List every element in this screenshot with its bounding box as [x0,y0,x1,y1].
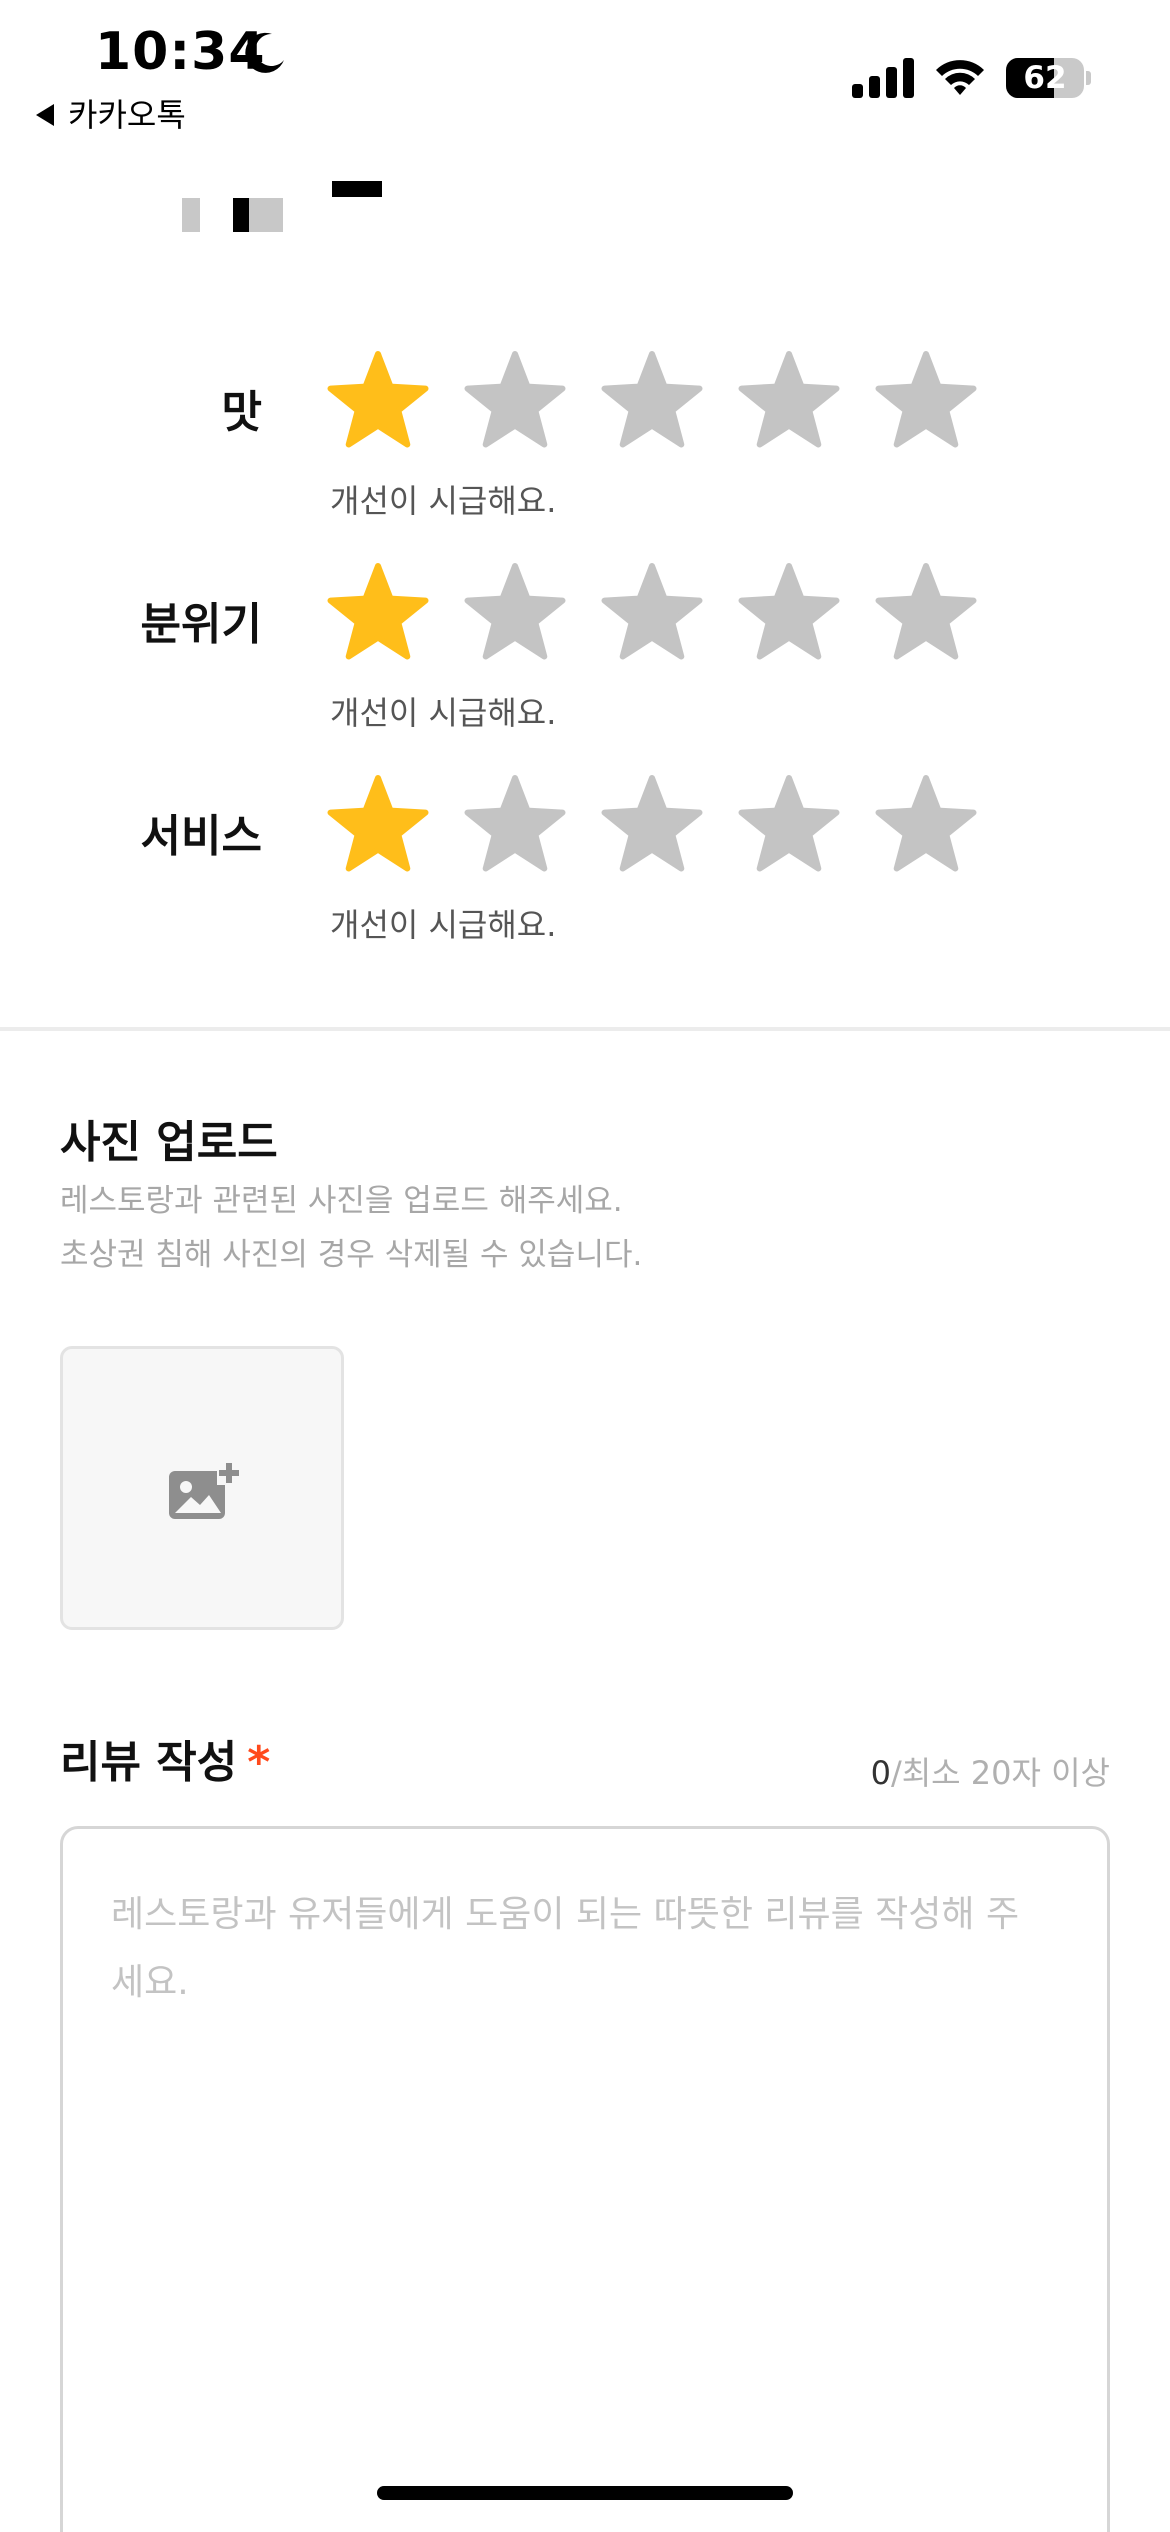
photo-upload-help-1: 레스토랑과 관련된 사진을 업로드 해주세요. [60,1183,623,1219]
required-mark: * [247,1737,271,1788]
cellular-signal-icon [852,58,914,98]
status-time: 10:34 [95,22,266,82]
review-textarea[interactable]: 레스토랑과 유저들에게 도움이 되는 따뜻한 리뷰를 작성해 주세요. [60,1826,1110,2532]
star-icon[interactable] [737,772,841,876]
star-icon[interactable] [874,348,978,452]
char-counter: 0/최소 20자 이상 [871,1748,1110,1794]
star-icon[interactable] [737,560,841,664]
star-icon[interactable] [737,348,841,452]
star-icon[interactable] [326,348,430,452]
add-photo-icon [169,1461,241,1519]
home-indicator [377,2486,793,2500]
star-icon[interactable] [600,560,704,664]
star-icon[interactable] [600,348,704,452]
rating-description: 개선이 시급해요. [330,906,557,944]
rating-label: 서비스 [140,811,262,862]
review-placeholder: 레스토랑과 유저들에게 도움이 되는 따뜻한 리뷰를 작성해 주세요. [111,1894,1020,2003]
star-icon[interactable] [463,772,567,876]
redacted-block [182,198,200,232]
rating-description: 개선이 시급해요. [330,482,557,520]
review-write-screen: 10:34 카카오톡 62 맛 개선이 시급해요. 분위기 개선이 시급해요. 서비스 개… [0,0,1170,2532]
star-rating-control [326,772,1011,876]
star-icon[interactable] [463,560,567,664]
back-to-app-link[interactable]: 카카오톡 [36,90,186,136]
review-title: 리뷰 작성 * [60,1726,270,1790]
add-photo-button[interactable] [60,1346,344,1630]
battery-icon: 62 [1006,58,1092,98]
moon-icon [245,32,284,73]
rating-row: 맛개선이 시급해요. [0,351,1170,556]
rating-description: 개선이 시급해요. [330,694,557,732]
star-icon[interactable] [463,348,567,452]
rating-label: 맛 [221,387,262,438]
redacted-block [249,198,283,232]
back-app-label: 카카오톡 [68,96,186,134]
rating-row: 분위기개선이 시급해요. [0,563,1170,768]
section-divider [0,1027,1170,1031]
star-icon[interactable] [600,772,704,876]
star-rating-control [326,348,1011,452]
star-icon[interactable] [874,560,978,664]
back-triangle-icon [36,104,54,126]
star-icon[interactable] [326,772,430,876]
rating-label: 분위기 [140,599,262,650]
star-rating-control [326,560,1011,664]
redacted-block [233,198,249,232]
wifi-icon [936,60,984,95]
photo-upload-title: 사진 업로드 [60,1117,278,1168]
redacted-block [332,181,382,197]
battery-percent: 62 [1023,60,1067,96]
rating-row: 서비스개선이 시급해요. [0,775,1170,980]
photo-upload-help-2: 초상권 침해 사진의 경우 삭제될 수 있습니다. [60,1237,643,1273]
review-title-text: 리뷰 작성 [60,1737,238,1788]
star-icon[interactable] [874,772,978,876]
star-icon[interactable] [326,560,430,664]
char-min-text: /최소 20자 이상 [890,1754,1110,1792]
char-count: 0 [870,1754,891,1792]
